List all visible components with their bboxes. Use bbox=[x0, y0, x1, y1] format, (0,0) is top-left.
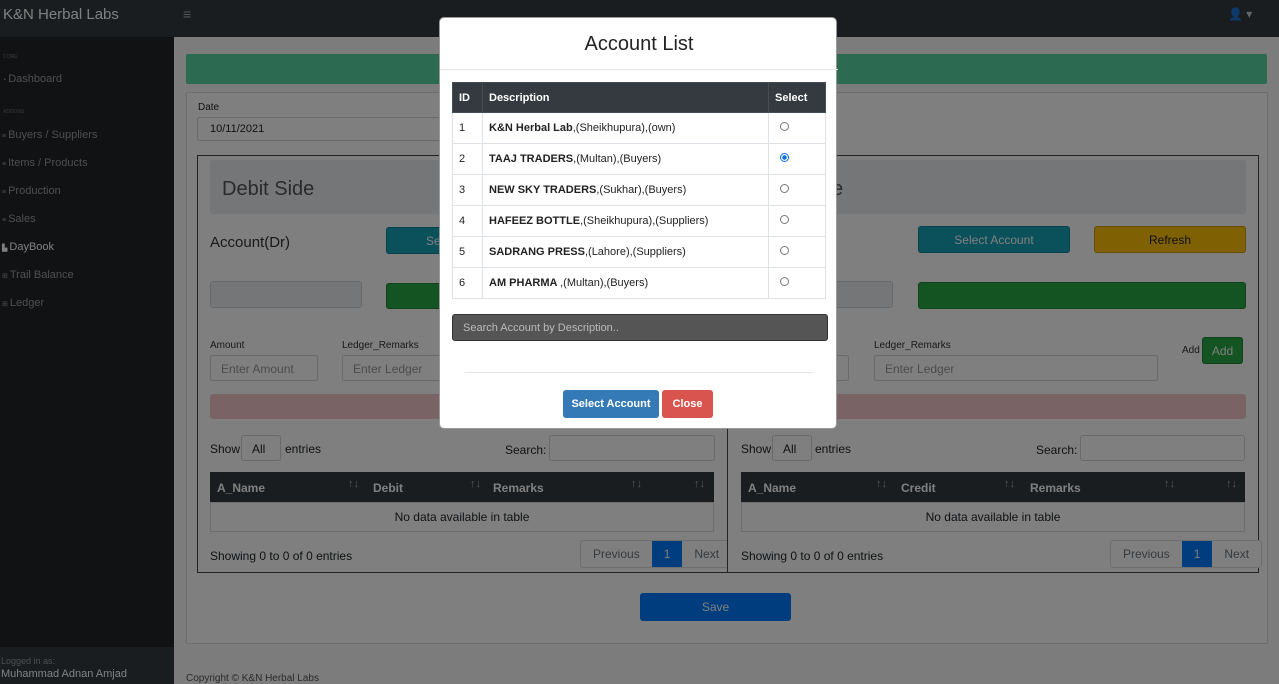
account-id: 2 bbox=[452, 143, 483, 175]
col-id: ID bbox=[452, 82, 483, 113]
account-id: 5 bbox=[452, 236, 483, 268]
account-description: K&N Herbal Lab,(Sheikhupura),(own) bbox=[482, 112, 769, 144]
modal-footer-divider bbox=[465, 372, 813, 373]
account-name: SADRANG PRESS bbox=[489, 246, 585, 258]
account-row[interactable]: 3 NEW SKY TRADERS,(Sukhar),(Buyers) bbox=[452, 174, 826, 206]
select-account-button[interactable]: Select Account bbox=[563, 390, 659, 418]
account-radio[interactable] bbox=[780, 122, 789, 131]
account-radio[interactable] bbox=[780, 277, 789, 286]
account-details: ,(Sheikhupura),(Suppliers) bbox=[580, 215, 709, 227]
account-description: HAFEEZ BOTTLE,(Sheikhupura),(Suppliers) bbox=[482, 205, 769, 237]
col-select: Select bbox=[768, 82, 826, 113]
account-radio[interactable] bbox=[780, 246, 789, 255]
account-details: ,(Sheikhupura),(own) bbox=[572, 122, 676, 134]
account-select-cell bbox=[768, 205, 826, 237]
account-radio[interactable] bbox=[780, 215, 789, 224]
account-name: HAFEEZ BOTTLE bbox=[489, 215, 581, 227]
account-details: ,(Lahore),(Suppliers) bbox=[584, 246, 686, 258]
account-select-cell bbox=[768, 112, 826, 144]
account-search-input[interactable]: Search Account by Description.. bbox=[452, 314, 828, 341]
account-select-cell bbox=[768, 236, 826, 268]
close-button[interactable]: Close bbox=[662, 390, 713, 418]
account-row[interactable]: 1 K&N Herbal Lab,(Sheikhupura),(own) bbox=[452, 112, 826, 144]
account-id: 6 bbox=[452, 267, 483, 299]
account-select-cell bbox=[768, 174, 826, 206]
account-list-modal: Account List ID Description Select 1 K&N … bbox=[439, 17, 838, 429]
account-name: AM PHARMA bbox=[489, 277, 561, 289]
account-row[interactable]: 6 AM PHARMA ,(Multan),(Buyers) bbox=[452, 267, 826, 299]
col-description: Description bbox=[482, 82, 769, 113]
account-details: ,(Multan),(Buyers) bbox=[560, 277, 649, 289]
account-description: SADRANG PRESS,(Lahore),(Suppliers) bbox=[482, 236, 769, 268]
account-radio[interactable] bbox=[780, 184, 789, 193]
modal-divider bbox=[440, 69, 838, 70]
account-id: 3 bbox=[452, 174, 483, 206]
account-id: 1 bbox=[452, 112, 483, 144]
account-description: AM PHARMA ,(Multan),(Buyers) bbox=[482, 267, 769, 299]
modal-title: Account List bbox=[584, 33, 694, 55]
account-row[interactable]: 4 HAFEEZ BOTTLE,(Sheikhupura),(Suppliers) bbox=[452, 205, 826, 237]
account-table: ID Description Select 1 K&N Herbal Lab,(S… bbox=[452, 82, 826, 299]
account-details: ,(Sukhar),(Buyers) bbox=[596, 184, 687, 196]
account-description: TAAJ TRADERS,(Multan),(Buyers) bbox=[482, 143, 769, 175]
account-name: NEW SKY TRADERS bbox=[489, 184, 597, 196]
account-id: 4 bbox=[452, 205, 483, 237]
account-details: ,(Multan),(Buyers) bbox=[573, 153, 662, 165]
account-row[interactable]: 2 TAAJ TRADERS,(Multan),(Buyers) bbox=[452, 143, 826, 175]
account-description: NEW SKY TRADERS,(Sukhar),(Buyers) bbox=[482, 174, 769, 206]
account-name: K&N Herbal Lab bbox=[489, 122, 573, 134]
account-select-cell bbox=[768, 267, 826, 299]
account-name: TAAJ TRADERS bbox=[489, 153, 574, 165]
account-row[interactable]: 5 SADRANG PRESS,(Lahore),(Suppliers) bbox=[452, 236, 826, 268]
account-select-cell bbox=[768, 143, 826, 175]
account-radio[interactable] bbox=[780, 153, 789, 162]
